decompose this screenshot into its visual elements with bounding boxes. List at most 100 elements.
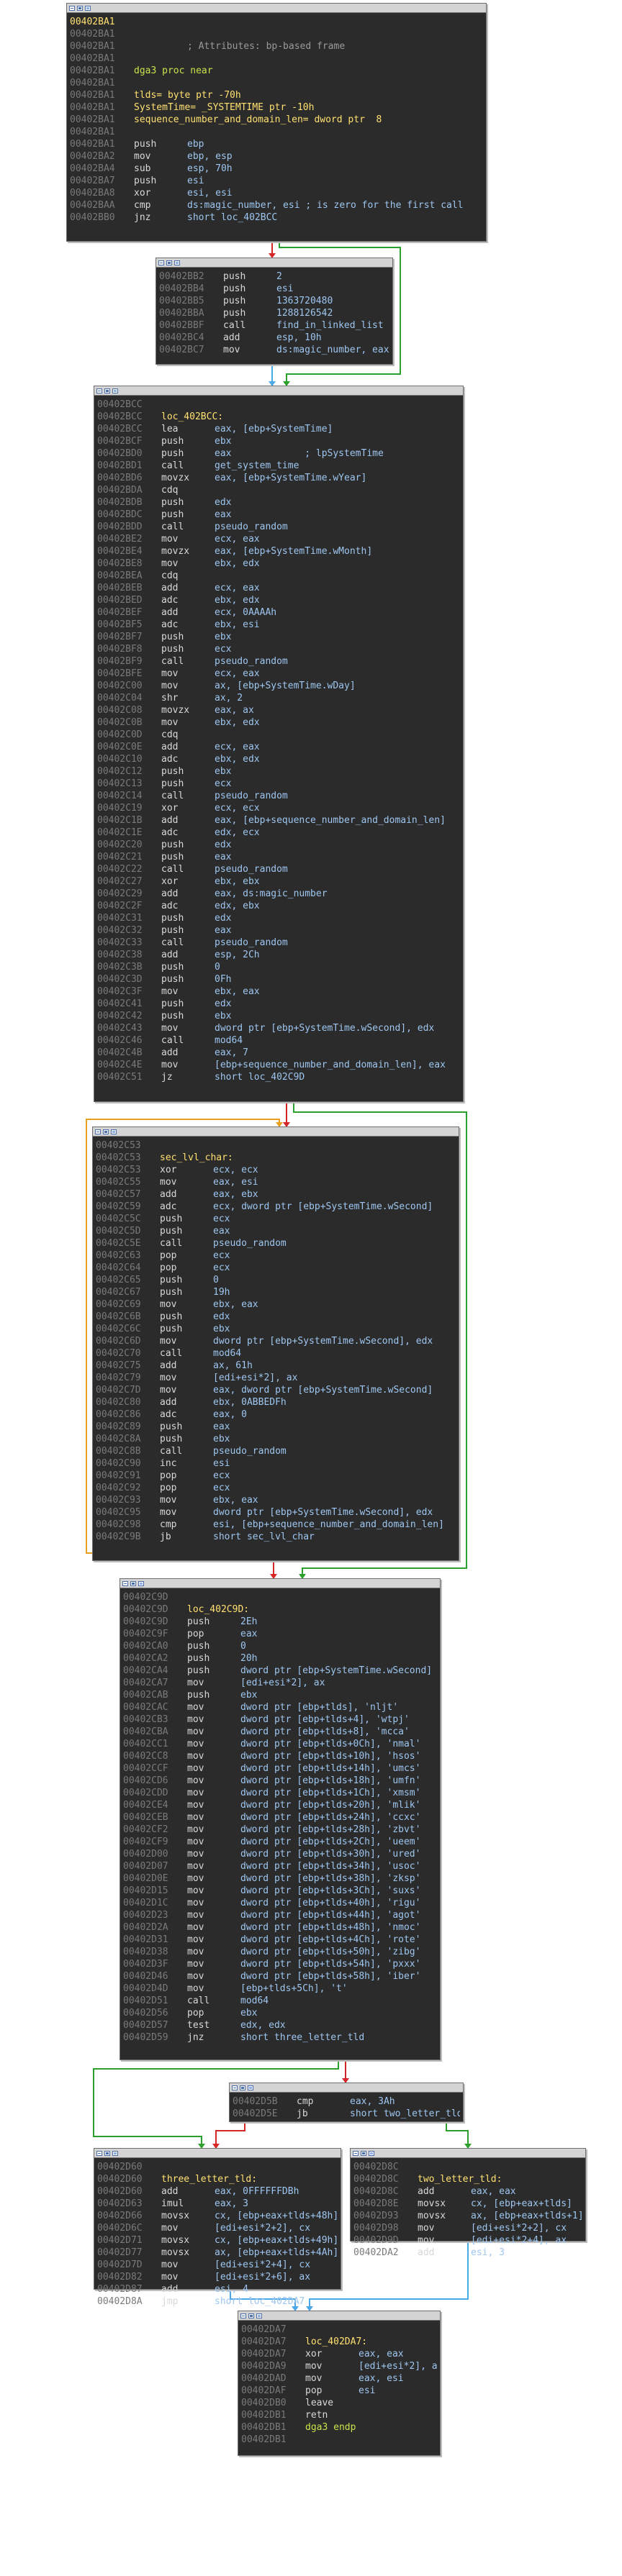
- asm-line[interactable]: 00402CF2 mov dword ptr [ebp+tlds+28h], 'zb…: [123, 1824, 437, 1836]
- asm-line[interactable]: 00402BA1: [70, 126, 483, 138]
- asm-line[interactable]: 00402BA7 push esi: [70, 175, 483, 187]
- block-b5[interactable]: 00402C9D 00402C9D loc_402C9D: 00402C9D push 2…: [120, 1578, 441, 2060]
- asm-line[interactable]: 00402BA1: [70, 53, 483, 65]
- asm-line[interactable]: 00402BA8 xor esi, esi: [70, 187, 483, 199]
- node-header[interactable]: [94, 2149, 341, 2158]
- asm-line[interactable]: 00402C75 add ax, 61h: [96, 1360, 456, 1372]
- asm-line[interactable]: 00402BF8 push ecx: [97, 643, 460, 655]
- collapse-icon[interactable]: [256, 2313, 262, 2318]
- asm-line[interactable]: 00402C4B add eax, 7: [97, 1047, 460, 1059]
- asm-line[interactable]: 00402C13 push ecx: [97, 778, 460, 790]
- asm-line[interactable]: 00402C9F pop eax: [123, 1628, 437, 1640]
- asm-line[interactable]: 00402BCC lea eax, [ebp+SystemTime]: [97, 423, 460, 435]
- asm-line[interactable]: 00402BF5 adc ebx, esi: [97, 619, 460, 631]
- asm-line[interactable]: 00402C70 call mod64: [96, 1347, 456, 1360]
- asm-line[interactable]: 00402C93 mov ebx, eax: [96, 1494, 456, 1506]
- asm-line[interactable]: 00402D60 three_letter_tld:: [97, 2173, 338, 2185]
- asm-line[interactable]: 00402CAB push ebx: [123, 1689, 437, 1701]
- asm-line[interactable]: 00402C46 call mod64: [97, 1034, 460, 1047]
- asm-line[interactable]: 00402BB2 push 2: [159, 270, 389, 283]
- asm-line[interactable]: 00402D38 mov dword ptr [ebp+tlds+50h], 'zi…: [123, 1946, 437, 1958]
- asm-line[interactable]: 00402BDA cdq: [97, 484, 460, 496]
- asm-line[interactable]: 00402C64 pop ecx: [96, 1262, 456, 1274]
- asm-line[interactable]: 00402C9D push 2Eh: [123, 1616, 437, 1628]
- asm-line[interactable]: 00402C0E add ecx, eax: [97, 741, 460, 753]
- asm-line[interactable]: 00402CCF mov dword ptr [ebp+tlds+14h], 'um…: [123, 1762, 437, 1775]
- asm-line[interactable]: 00402C4E mov [ebp+sequence_number_and_doma…: [97, 1059, 460, 1071]
- asm-line[interactable]: 00402D71 movsx cx, [ebp+eax+tlds+49h]: [97, 2234, 338, 2247]
- asm-line[interactable]: 00402C5C push ecx: [96, 1213, 456, 1225]
- asm-line[interactable]: 00402BA1 dga3 proc near: [70, 65, 483, 77]
- node-header[interactable]: [93, 1127, 459, 1137]
- asm-line[interactable]: 00402C22 call pseudo_random: [97, 863, 460, 875]
- asm-line[interactable]: 00402CA4 push dword ptr [ebp+SystemTime.wS…: [123, 1665, 437, 1677]
- asm-line[interactable]: 00402C0D cdq: [97, 729, 460, 741]
- asm-line[interactable]: 00402C5D push eax: [96, 1225, 456, 1237]
- asm-line[interactable]: 00402DA7 loc_402DA7:: [241, 2336, 437, 2348]
- asm-line[interactable]: 00402BA1: [70, 28, 483, 40]
- asm-line[interactable]: 00402C1B add eax, [ebp+sequence_number_and…: [97, 814, 460, 827]
- graph-icon[interactable]: [248, 2313, 254, 2318]
- collapse-icon[interactable]: [112, 2150, 118, 2156]
- asm-line[interactable]: 00402BED adc ebx, edx: [97, 594, 460, 606]
- asm-line[interactable]: 00402C92 pop ecx: [96, 1482, 456, 1494]
- asm-line[interactable]: 00402D23 mov dword ptr [ebp+tlds+44h], 'ag…: [123, 1909, 437, 1921]
- asm-line[interactable]: 00402CB3 mov dword ptr [ebp+tlds+4], 'wtpj…: [123, 1713, 437, 1726]
- asm-line[interactable]: 00402C41 push edx: [97, 998, 460, 1010]
- asm-line[interactable]: 00402C12 push ebx: [97, 765, 460, 778]
- asm-line[interactable]: 00402DA9 mov [edi+esi*2], ax: [241, 2360, 437, 2372]
- asm-line[interactable]: 00402C53 sec_lvl_char:: [96, 1152, 456, 1164]
- node-header[interactable]: [351, 2149, 585, 2158]
- asm-line[interactable]: 00402C1E adc edx, ecx: [97, 827, 460, 839]
- asm-line[interactable]: 00402C08 movzx eax, ax: [97, 704, 460, 716]
- collapse-icon[interactable]: [369, 2150, 374, 2156]
- asm-line[interactable]: 00402C9B jb short sec_lvl_char: [96, 1531, 456, 1543]
- asm-line[interactable]: 00402C8B call pseudo_random: [96, 1445, 456, 1457]
- asm-line[interactable]: 00402C80 add ebx, 0ABBEDFh: [96, 1396, 456, 1408]
- asm-line[interactable]: 00402DB0 leave: [241, 2397, 437, 2409]
- asm-line[interactable]: 00402DB1: [241, 2434, 437, 2446]
- asm-line[interactable]: 00402BCC: [97, 399, 460, 411]
- asm-line[interactable]: 00402C9D loc_402C9D:: [123, 1603, 437, 1616]
- asm-line[interactable]: 00402CAC mov dword ptr [ebp+tlds], 'nljt': [123, 1701, 437, 1713]
- asm-line[interactable]: 00402DAD mov eax, esi: [241, 2372, 437, 2385]
- block-b8[interactable]: 00402D8C 00402D8C two_letter_tld: 00402D8C a…: [350, 2148, 586, 2258]
- asm-line[interactable]: 00402C9D: [123, 1591, 437, 1603]
- asm-line[interactable]: 00402D46 mov dword ptr [ebp+tlds+58h], 'ib…: [123, 1970, 437, 1983]
- asm-line[interactable]: 00402BBA push 1288126542: [159, 307, 389, 319]
- collapse-icon[interactable]: [112, 388, 118, 393]
- asm-line[interactable]: 00402BA1 push ebp: [70, 138, 483, 150]
- asm-line[interactable]: 00402C79 mov [edi+esi*2], ax: [96, 1372, 456, 1384]
- asm-line[interactable]: 00402BA1: [70, 16, 483, 28]
- asm-line[interactable]: 00402CC8 mov dword ptr [ebp+tlds+10h], 'hs…: [123, 1750, 437, 1762]
- graph-icon[interactable]: [104, 2150, 110, 2156]
- asm-line[interactable]: 00402C7D mov eax, dword ptr [ebp+SystemTim…: [96, 1384, 456, 1396]
- asm-line[interactable]: 00402D98 mov [edi+esi*2+2], cx: [353, 2222, 582, 2234]
- asm-line[interactable]: 00402D9D mov [edi+esi*2+4], ax: [353, 2234, 582, 2247]
- asm-line[interactable]: 00402D77 movsx ax, [ebp+eax+tlds+4Ah]: [97, 2247, 338, 2259]
- asm-line[interactable]: 00402C59 adc ecx, dword ptr [ebp+SystemTim…: [96, 1201, 456, 1213]
- asm-line[interactable]: 00402D59 jnz short three_letter_tld: [123, 2031, 437, 2044]
- asm-line[interactable]: 00402D8C add eax, eax: [353, 2185, 582, 2198]
- asm-line[interactable]: 00402BDD call pseudo_random: [97, 521, 460, 533]
- asm-line[interactable]: 00402D3F mov dword ptr [ebp+tlds+54h], 'px…: [123, 1958, 437, 1970]
- asm-line[interactable]: 00402DA7 xor eax, eax: [241, 2348, 437, 2360]
- asm-line[interactable]: 00402BA1 tlds= byte ptr -70h: [70, 89, 483, 101]
- asm-line[interactable]: 00402C53: [96, 1139, 456, 1152]
- collapse-icon[interactable]: [111, 1129, 117, 1134]
- asm-line[interactable]: 00402C20 push edx: [97, 839, 460, 851]
- asm-line[interactable]: 00402BE4 movzx eax, [ebp+SystemTime.wMonth…: [97, 545, 460, 557]
- asm-line[interactable]: 00402D60: [97, 2161, 338, 2173]
- asm-line[interactable]: 00402C91 pop ecx: [96, 1470, 456, 1482]
- asm-line[interactable]: 00402C6B push edx: [96, 1311, 456, 1323]
- asm-line[interactable]: 00402C27 xor ebx, ebx: [97, 875, 460, 888]
- collapse-icon[interactable]: [174, 260, 180, 265]
- asm-line[interactable]: 00402C89 push eax: [96, 1421, 456, 1433]
- asm-line[interactable]: 00402C55 mov eax, esi: [96, 1176, 456, 1188]
- asm-line[interactable]: 00402D5B cmp eax, 3Ah: [233, 2095, 460, 2108]
- asm-line[interactable]: 00402C33 call pseudo_random: [97, 937, 460, 949]
- asm-line[interactable]: 00402BA1 sequence_number_and_domain_len= …: [70, 114, 483, 126]
- asm-line[interactable]: 00402BDC push eax: [97, 509, 460, 521]
- menu-icon[interactable]: [353, 2150, 359, 2156]
- graph-icon[interactable]: [240, 2085, 245, 2090]
